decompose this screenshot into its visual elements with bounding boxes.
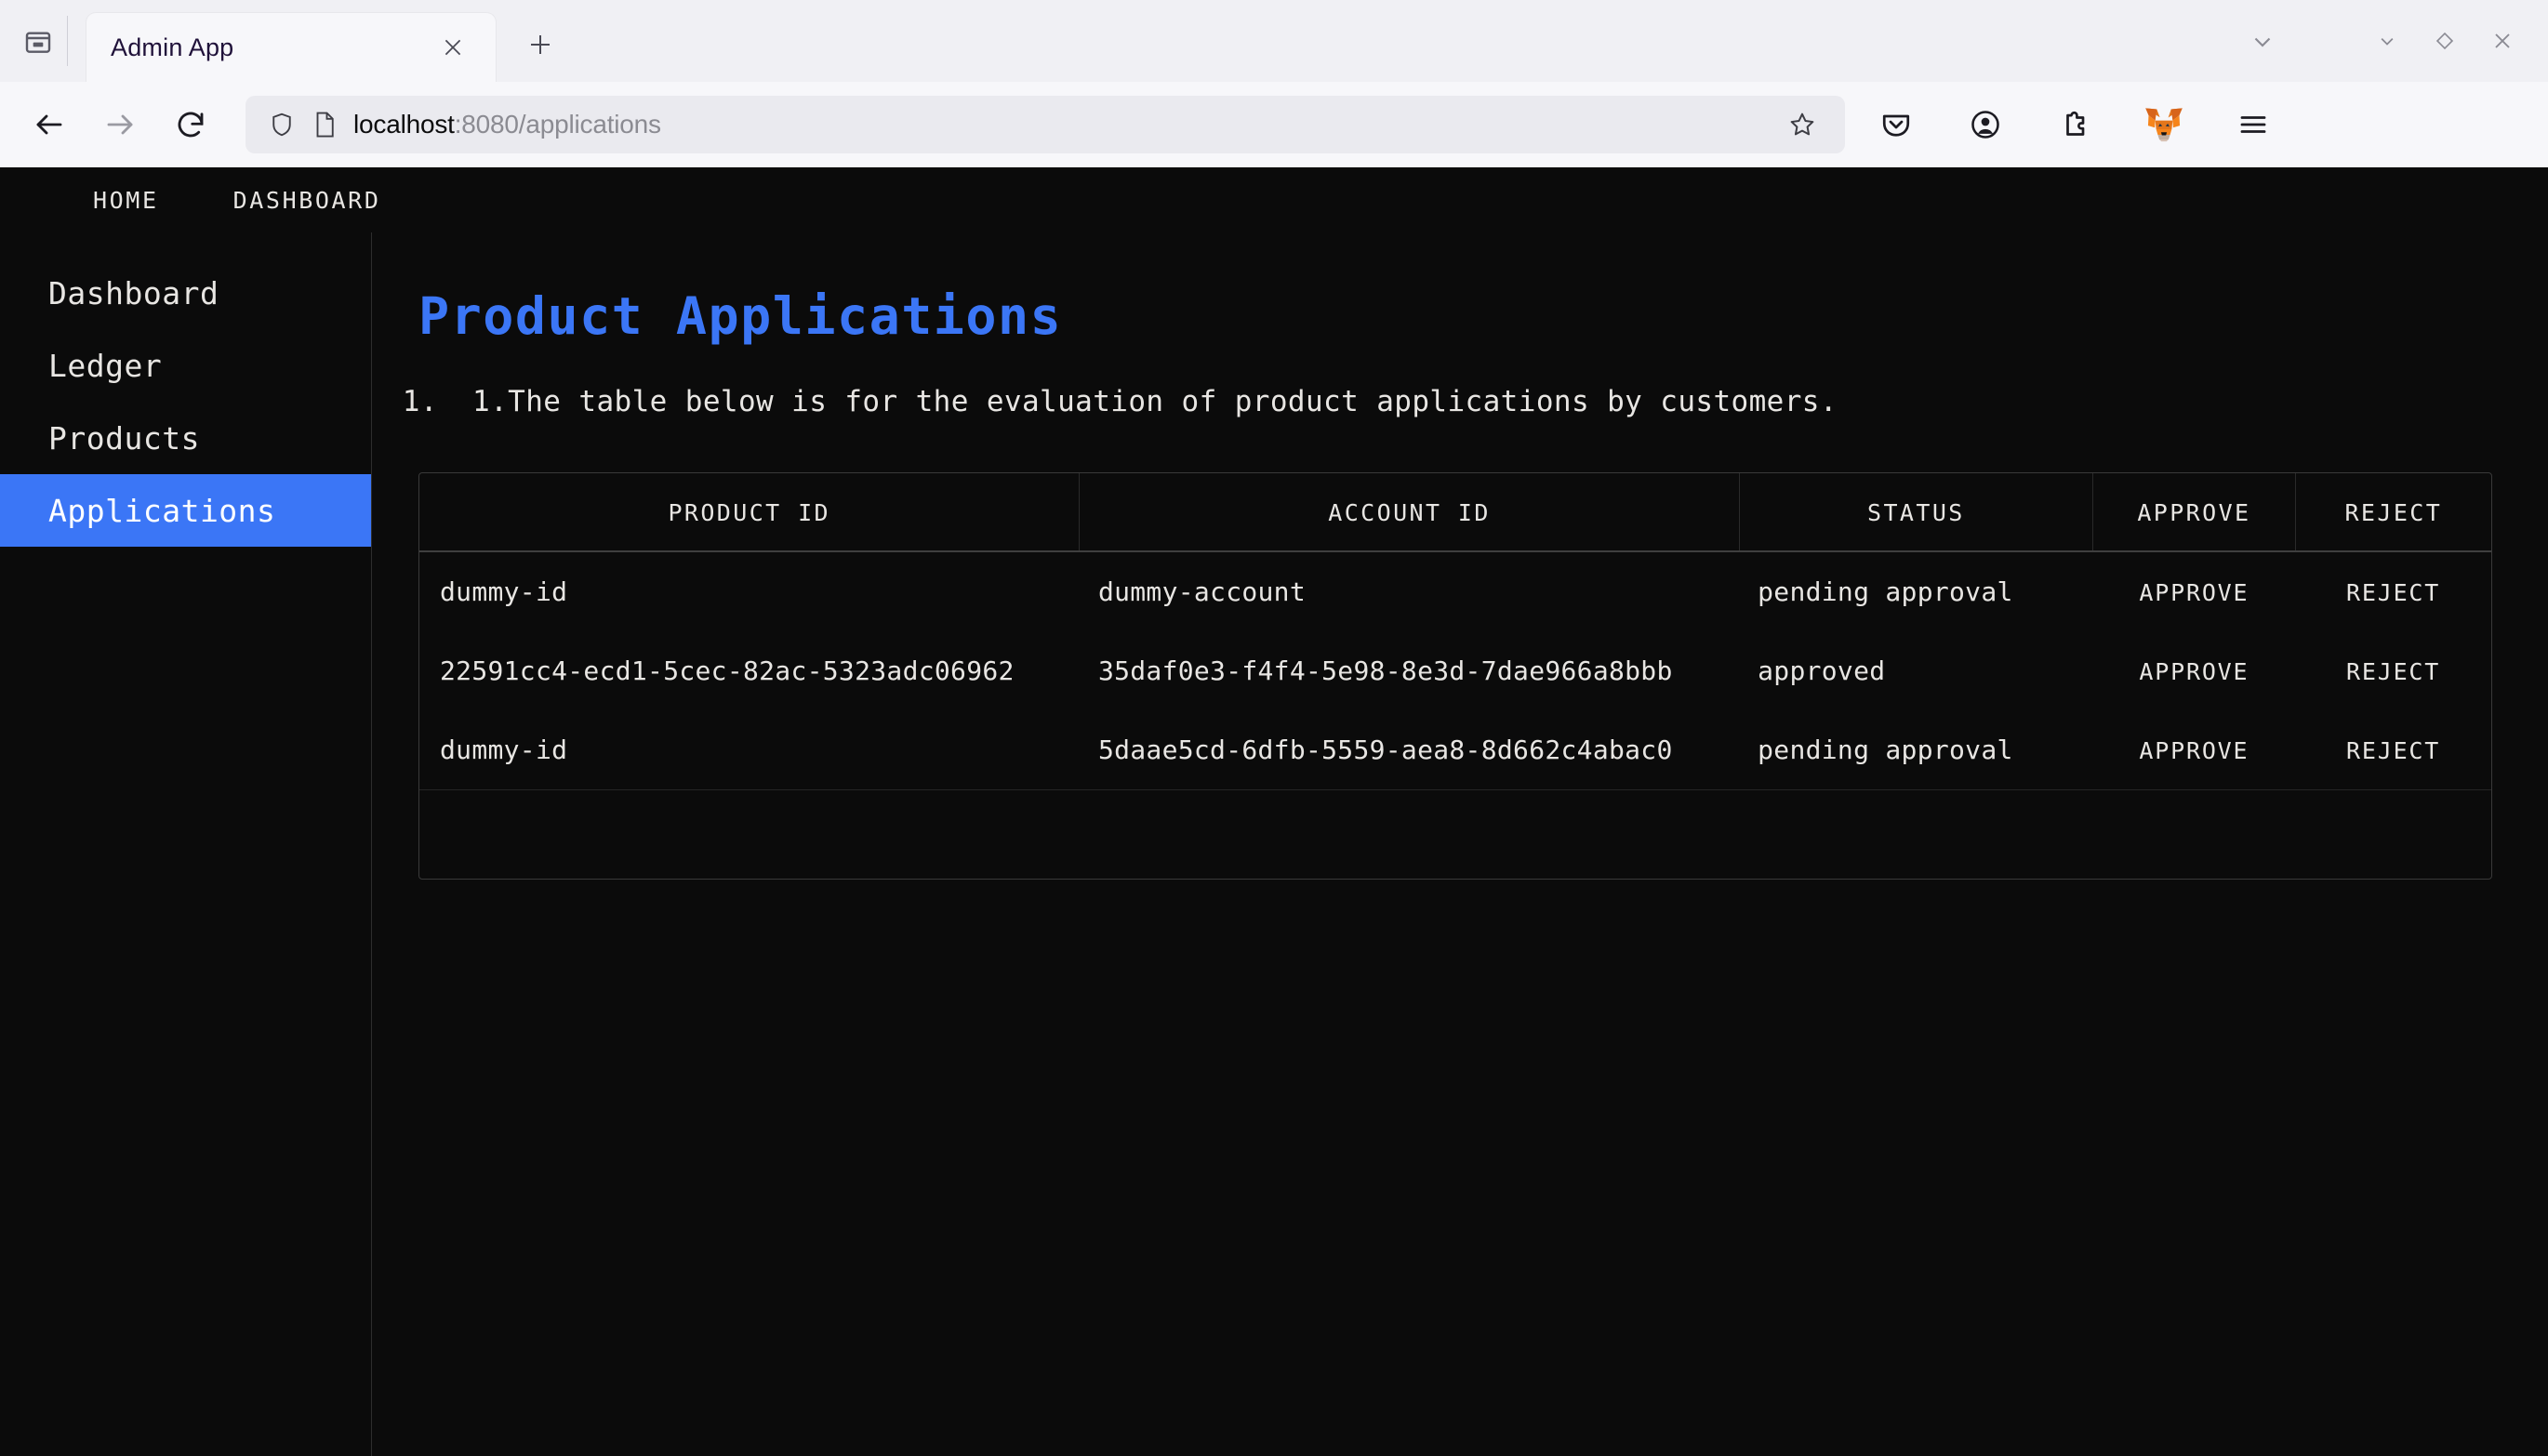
approve-button[interactable]: APPROVE xyxy=(2139,737,2249,764)
column-header-account-id: ACCOUNT ID xyxy=(1079,473,1740,552)
applications-table-container: PRODUCT ID ACCOUNT ID STATUS APPROVE REJ… xyxy=(418,472,2492,880)
table-head: PRODUCT ID ACCOUNT ID STATUS APPROVE REJ… xyxy=(419,473,2491,552)
description-list: 1.The table below is for the evaluation … xyxy=(456,385,2492,418)
bookmark-star-icon[interactable] xyxy=(1782,104,1823,145)
column-header-status: STATUS xyxy=(1739,473,2094,552)
cell-status: pending approval xyxy=(1758,576,2013,607)
reject-button[interactable]: REJECT xyxy=(2346,658,2440,685)
account-icon[interactable] xyxy=(1957,96,2014,153)
cell-reject: REJECT xyxy=(2295,551,2491,631)
sidebar: Dashboard Ledger Products Applications xyxy=(0,232,372,1456)
table-body: dummy-id dummy-account pending approval … xyxy=(419,551,2491,789)
address-bar[interactable]: localhost:8080/applications xyxy=(246,96,1845,153)
cell-approve: APPROVE xyxy=(2093,631,2296,710)
cell-approve: APPROVE xyxy=(2093,551,2296,631)
main-content: Product Applications 1.The table below i… xyxy=(372,232,2548,1456)
cell-account-id: 35daf0e3-f4f4-5e98-8e3d-7dae966a8bbb xyxy=(1097,655,1673,686)
applications-table: PRODUCT ID ACCOUNT ID STATUS APPROVE REJ… xyxy=(419,473,2491,789)
table-row: 22591cc4-ecd1-5cec-82ac-5323adc06962 35d… xyxy=(419,631,2491,710)
approve-button[interactable]: APPROVE xyxy=(2139,579,2249,606)
table-row: dummy-id dummy-account pending approval … xyxy=(419,551,2491,631)
url-host: localhost xyxy=(353,110,455,139)
cell-reject: REJECT xyxy=(2295,631,2491,710)
table-footer-inner xyxy=(419,790,2491,879)
tab-list-icon[interactable] xyxy=(17,20,60,63)
window-close-icon[interactable] xyxy=(2474,12,2531,70)
cell-product-id: dummy-id xyxy=(440,735,568,765)
web-page: HOME DASHBOARD Dashboard Ledger Products… xyxy=(0,167,2548,1456)
cell-status: pending approval xyxy=(1758,735,2013,765)
extensions-icon[interactable] xyxy=(2046,96,2103,153)
cell-account-id: 5daae5cd-6dfb-5559-aea8-8d662c4abac0 xyxy=(1097,735,1673,765)
tab-title: Admin App xyxy=(111,33,234,61)
description-item: 1.The table below is for the evaluation … xyxy=(456,385,2492,418)
approve-button[interactable]: APPROVE xyxy=(2139,658,2249,685)
pocket-icon[interactable] xyxy=(1867,96,1925,153)
tabstrip-divider xyxy=(67,16,68,66)
cell-product-id: 22591cc4-ecd1-5cec-82ac-5323adc06962 xyxy=(440,655,1015,686)
new-tab-icon[interactable] xyxy=(516,20,564,69)
maximize-icon[interactable] xyxy=(2416,12,2474,70)
sidebar-item-products[interactable]: Products xyxy=(0,402,371,474)
app-menu-icon[interactable] xyxy=(2224,96,2282,153)
reject-button[interactable]: REJECT xyxy=(2346,737,2440,764)
table-row: dummy-id 5daae5cd-6dfb-5559-aea8-8d662c4… xyxy=(419,710,2491,789)
forward-icon[interactable] xyxy=(91,96,149,153)
page-body: Dashboard Ledger Products Applications P… xyxy=(0,232,2548,1456)
cell-status: approved xyxy=(1758,655,1886,686)
minimize-icon[interactable] xyxy=(2358,12,2416,70)
column-header-approve: APPROVE xyxy=(2092,473,2296,552)
cell-product-id: dummy-id xyxy=(440,576,568,607)
sidebar-item-applications[interactable]: Applications xyxy=(0,474,371,547)
reject-button[interactable]: REJECT xyxy=(2346,579,2440,606)
page-icon xyxy=(312,111,337,139)
table-footer xyxy=(419,789,2491,879)
cell-reject: REJECT xyxy=(2295,710,2491,789)
url-text: localhost:8080/applications xyxy=(353,110,1782,139)
column-header-reject: REJECT xyxy=(2295,473,2491,552)
tab-strip: Admin App xyxy=(0,0,2548,82)
toolbar-icons xyxy=(1867,96,2293,153)
table-header-row: PRODUCT ID ACCOUNT ID STATUS APPROVE REJ… xyxy=(419,473,2491,552)
reload-icon[interactable] xyxy=(162,96,219,153)
shield-icon xyxy=(268,111,296,139)
metamask-icon[interactable] xyxy=(2135,96,2193,153)
column-header-product-id: PRODUCT ID xyxy=(419,473,1081,552)
cell-account-id: dummy-account xyxy=(1097,576,1306,607)
topnav-item-home[interactable]: HOME xyxy=(93,187,159,214)
page-title: Product Applications xyxy=(418,286,1063,346)
browser-window: Admin App localhost:8080/applications HO… xyxy=(0,0,2548,1456)
site-top-nav: HOME DASHBOARD xyxy=(0,167,2548,232)
cell-approve: APPROVE xyxy=(2093,710,2296,789)
browser-tab[interactable]: Admin App xyxy=(86,13,496,82)
navigation-toolbar: localhost:8080/applications xyxy=(0,82,2548,167)
close-icon[interactable] xyxy=(434,29,471,66)
topnav-item-dashboard[interactable]: DASHBOARD xyxy=(233,187,381,214)
window-controls xyxy=(2234,0,2548,82)
sidebar-item-dashboard[interactable]: Dashboard xyxy=(0,257,371,329)
back-icon[interactable] xyxy=(20,96,78,153)
chevron-down-icon[interactable] xyxy=(2234,12,2291,70)
sidebar-item-ledger[interactable]: Ledger xyxy=(0,329,371,402)
url-path: :8080/applications xyxy=(454,110,661,139)
